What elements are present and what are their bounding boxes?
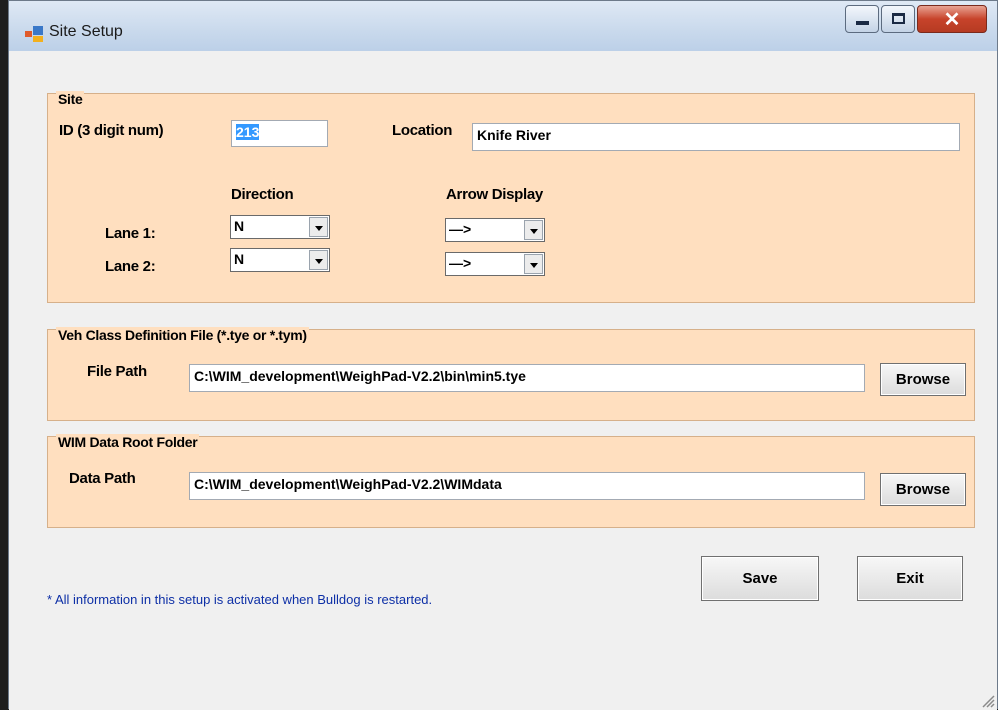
location-label: Location: [392, 122, 453, 139]
id-label: ID (3 digit num): [59, 122, 164, 139]
lane-1-direction-select[interactable]: N: [230, 215, 330, 239]
maximize-icon: [892, 13, 905, 24]
chevron-down-icon[interactable]: [309, 217, 328, 237]
close-button[interactable]: ✕: [917, 5, 987, 33]
title-bar[interactable]: Site Setup ✕: [9, 1, 997, 51]
file-path-value: C:\WIM_development\WeighPad-V2.2\bin\min…: [194, 368, 526, 384]
location-value: Knife River: [477, 127, 551, 143]
minimize-button[interactable]: [845, 5, 879, 33]
file-path-input[interactable]: C:\WIM_development\WeighPad-V2.2\bin\min…: [189, 364, 865, 392]
lane-2-label: Lane 2:: [105, 258, 156, 275]
chevron-down-icon[interactable]: [524, 220, 543, 240]
veh-class-legend: Veh Class Definition File (*.tye or *.ty…: [56, 327, 309, 343]
arrow-display-header: Arrow Display: [446, 186, 543, 203]
file-path-label: File Path: [87, 363, 147, 380]
lane-2-arrow-select[interactable]: —>: [445, 252, 545, 276]
data-path-input[interactable]: C:\WIM_development\WeighPad-V2.2\WIMdata: [189, 472, 865, 500]
save-button[interactable]: Save: [701, 556, 819, 601]
id-input[interactable]: 213: [231, 120, 328, 147]
data-path-value: C:\WIM_development\WeighPad-V2.2\WIMdata: [194, 476, 502, 492]
lane-2-direction-select[interactable]: N: [230, 248, 330, 272]
chevron-down-icon[interactable]: [524, 254, 543, 274]
client-area: Site ID (3 digit num) 213 Location Knife…: [9, 51, 997, 710]
lane-1-direction-value: N: [234, 218, 245, 234]
veh-class-group: Veh Class Definition File (*.tye or *.ty…: [47, 327, 975, 421]
resize-grip-icon[interactable]: [979, 692, 995, 708]
lane-2-arrow-value: —>: [449, 255, 472, 271]
window-title: Site Setup: [49, 23, 123, 40]
id-value: 213: [236, 124, 260, 140]
app-icon: [25, 26, 43, 42]
data-browse-button[interactable]: Browse: [880, 473, 966, 506]
lane-1-arrow-select[interactable]: —>: [445, 218, 545, 242]
site-group: Site ID (3 digit num) 213 Location Knife…: [47, 91, 975, 303]
data-path-label: Data Path: [69, 470, 136, 487]
wim-data-group: WIM Data Root Folder Data Path C:\WIM_de…: [47, 434, 975, 528]
footer-note: * All information in this setup is activ…: [47, 592, 433, 607]
lane-1-arrow-value: —>: [449, 221, 472, 237]
site-legend: Site: [56, 91, 85, 107]
lane-2-direction-value: N: [234, 251, 245, 267]
direction-header: Direction: [231, 186, 294, 203]
exit-button[interactable]: Exit: [857, 556, 963, 601]
close-icon: ✕: [943, 9, 961, 31]
wim-data-legend: WIM Data Root Folder: [56, 434, 200, 450]
site-setup-window: Site Setup ✕ Site ID (3 digit num) 213 L…: [8, 0, 998, 710]
file-browse-button[interactable]: Browse: [880, 363, 966, 396]
chevron-down-icon[interactable]: [309, 250, 328, 270]
minimize-icon: [856, 21, 869, 25]
location-input[interactable]: Knife River: [472, 123, 960, 151]
lane-1-label: Lane 1:: [105, 225, 156, 242]
maximize-button[interactable]: [881, 5, 915, 33]
